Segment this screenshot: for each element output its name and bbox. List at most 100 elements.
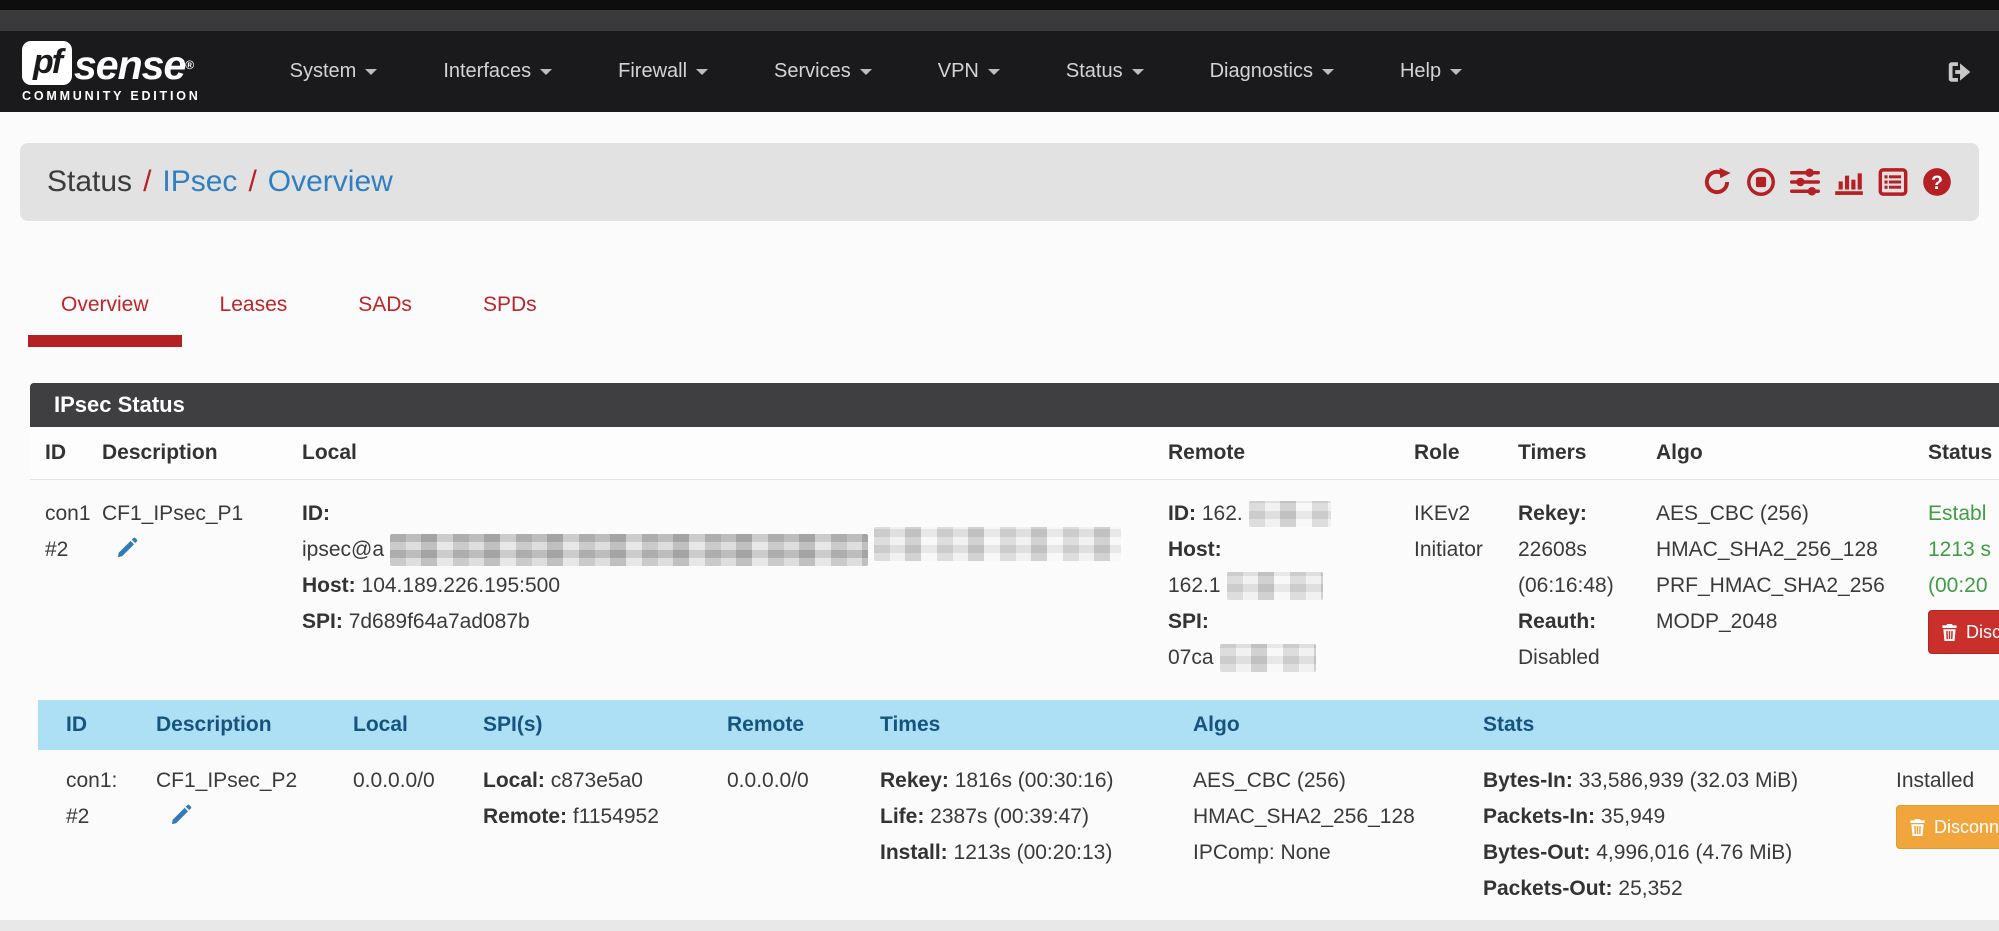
svg-text:?: ? xyxy=(1931,172,1943,194)
cell-remote: 0.0.0.0/0 xyxy=(717,750,870,919)
child-header-row: ID Description Local SPI(s) Remote Times… xyxy=(38,700,1999,750)
col-header-status: Status xyxy=(1918,427,1999,480)
cell-local: 0.0.0.0/0 xyxy=(343,750,473,919)
top-gray-strip xyxy=(0,10,1999,31)
ipsec-status-panel: IPsec Status ID Description Local Remote… xyxy=(30,383,1999,919)
page-tabs: Overview Leases SADs SPDs xyxy=(28,281,1999,347)
child-sa-table: ID Description Local SPI(s) Remote Times… xyxy=(38,700,1999,919)
pfsense-logo-pf-box: pf xyxy=(22,41,72,85)
logo-pf-text: pf xyxy=(33,43,61,82)
top-black-strip xyxy=(0,0,1999,10)
main-content: Status / IPsec / Overview xyxy=(0,112,1999,920)
tab-sads[interactable]: SADs xyxy=(325,281,445,347)
col-header-id: ID xyxy=(30,427,92,480)
cell-state: Installed Disconnect xyxy=(1886,750,1999,919)
nav-item-interfaces[interactable]: Interfaces xyxy=(410,31,585,112)
cell-remote: ID: 162. Host: 162.1 SPI: 07ca xyxy=(1158,480,1404,689)
nav-item-system[interactable]: System xyxy=(257,31,411,112)
registered-mark: ® xyxy=(185,58,193,72)
col-header-actions xyxy=(1886,700,1999,750)
cell-algo: AES_CBC (256) HMAC_SHA2_256_128 IPComp: … xyxy=(1183,750,1473,919)
breadcrumb-separator: / xyxy=(132,165,162,199)
col-header-remote: Remote xyxy=(717,700,870,750)
cell-times: Rekey: 1816s (00:30:16) Life: 2387s (00:… xyxy=(870,750,1183,919)
breadcrumb: Status / IPsec / Overview xyxy=(20,143,1979,221)
nav-menu: System Interfaces Firewall Services VPN … xyxy=(257,31,1495,112)
chevron-down-icon xyxy=(988,69,1000,75)
cell-status: Establ 1213 s (00:20 Disconnect xyxy=(1918,480,1999,689)
tab-spds[interactable]: SPDs xyxy=(450,281,570,347)
ike-sa-table: ID Description Local Remote Role Timers … xyxy=(30,427,1999,688)
col-header-local: Local xyxy=(292,427,1158,480)
nav-item-firewall[interactable]: Firewall xyxy=(585,31,741,112)
top-navbar: pf sense® COMMUNITY EDITION System Inter… xyxy=(0,31,1999,112)
breadcrumb-link-overview[interactable]: Overview xyxy=(268,165,393,199)
chevron-down-icon xyxy=(540,69,552,75)
ike-sa-row: con1 #2 CF1_IPsec_P1 ID: ips xyxy=(30,480,1999,689)
col-header-description: Description xyxy=(146,700,343,750)
cell-id: con1 #2 xyxy=(30,480,92,689)
chevron-down-icon xyxy=(696,69,708,75)
ike-header-row: ID Description Local Remote Role Timers … xyxy=(30,427,1999,480)
chevron-down-icon xyxy=(365,69,377,75)
pfsense-ipsec-status-page: pf sense® COMMUNITY EDITION System Inter… xyxy=(0,0,1999,931)
col-header-remote: Remote xyxy=(1158,427,1404,480)
redacted-local-id xyxy=(390,534,868,566)
col-header-role: Role xyxy=(1404,427,1508,480)
trash-icon xyxy=(1941,623,1958,642)
sign-out-icon[interactable] xyxy=(1945,58,1973,86)
cell-description: CF1_IPsec_P1 xyxy=(92,480,292,689)
tab-leases[interactable]: Leases xyxy=(187,281,321,347)
trash-icon xyxy=(1909,818,1926,837)
col-header-times: Times xyxy=(870,700,1183,750)
col-header-stats: Stats xyxy=(1473,700,1886,750)
state-installed: Installed xyxy=(1896,763,1999,799)
col-header-id: ID xyxy=(38,700,146,750)
logo-edition-text: COMMUNITY EDITION xyxy=(22,89,201,103)
pfsense-logo[interactable]: pf sense® COMMUNITY EDITION xyxy=(22,41,201,103)
status-established: Establ xyxy=(1928,496,1999,532)
chevron-down-icon xyxy=(1132,69,1144,75)
redacted-remote-host xyxy=(1227,572,1323,600)
col-header-algo: Algo xyxy=(1183,700,1473,750)
col-header-spis: SPI(s) xyxy=(473,700,717,750)
cell-stats: Bytes-In: 33,586,939 (32.03 MiB) Packets… xyxy=(1473,750,1886,919)
cell-role: IKEv2 Initiator xyxy=(1404,480,1508,689)
chevron-down-icon xyxy=(1322,69,1334,75)
child-sa-row: con1: #2 CF1_IPsec_P2 0.0.0.0/0 xyxy=(38,750,1999,919)
logo-sense-text: sense® xyxy=(74,45,193,85)
nav-item-vpn[interactable]: VPN xyxy=(905,31,1033,112)
breadcrumb-separator: / xyxy=(237,165,267,199)
edit-pencil-icon[interactable] xyxy=(116,536,139,559)
cell-spis: Local: c873e5a0 Remote: f1154952 xyxy=(473,750,717,919)
col-header-algo: Algo xyxy=(1646,427,1918,480)
help-icon[interactable]: ? xyxy=(1922,167,1952,197)
breadcrumb-link-ipsec[interactable]: IPsec xyxy=(162,165,237,199)
col-header-description: Description xyxy=(92,427,292,480)
redacted-remote-spi xyxy=(1220,644,1316,672)
cell-timers: Rekey: 22608s (06:16:48) Reauth: Disable… xyxy=(1508,480,1646,689)
filter-sliders-icon[interactable] xyxy=(1790,167,1820,197)
edit-pencil-icon[interactable] xyxy=(170,803,193,826)
chevron-down-icon xyxy=(860,69,872,75)
redacted-local-id xyxy=(874,527,1121,561)
log-list-icon[interactable] xyxy=(1878,167,1908,197)
panel-title: IPsec Status xyxy=(30,383,1999,427)
bar-chart-icon[interactable] xyxy=(1834,167,1864,197)
redacted-remote-id xyxy=(1249,501,1331,527)
cell-algo: AES_CBC (256) HMAC_SHA2_256_128 PRF_HMAC… xyxy=(1646,480,1918,689)
breadcrumb-root: Status xyxy=(47,165,132,199)
nav-item-status[interactable]: Status xyxy=(1033,31,1177,112)
nav-item-help[interactable]: Help xyxy=(1367,31,1495,112)
nav-item-diagnostics[interactable]: Diagnostics xyxy=(1177,31,1367,112)
refresh-icon[interactable] xyxy=(1702,167,1732,197)
nav-item-services[interactable]: Services xyxy=(741,31,905,112)
chevron-down-icon xyxy=(1450,69,1462,75)
cell-id: con1: #2 xyxy=(38,750,146,919)
disconnect-button[interactable]: Disconnect xyxy=(1928,610,1999,654)
tab-overview[interactable]: Overview xyxy=(28,281,182,347)
disconnect-button[interactable]: Disconnect xyxy=(1896,805,1999,849)
stop-icon[interactable] xyxy=(1746,167,1776,197)
header-action-icons: ? xyxy=(1702,167,1952,197)
cell-local: ID: ipsec@a Host: 104.189.226.195:500 SP… xyxy=(292,480,1158,689)
